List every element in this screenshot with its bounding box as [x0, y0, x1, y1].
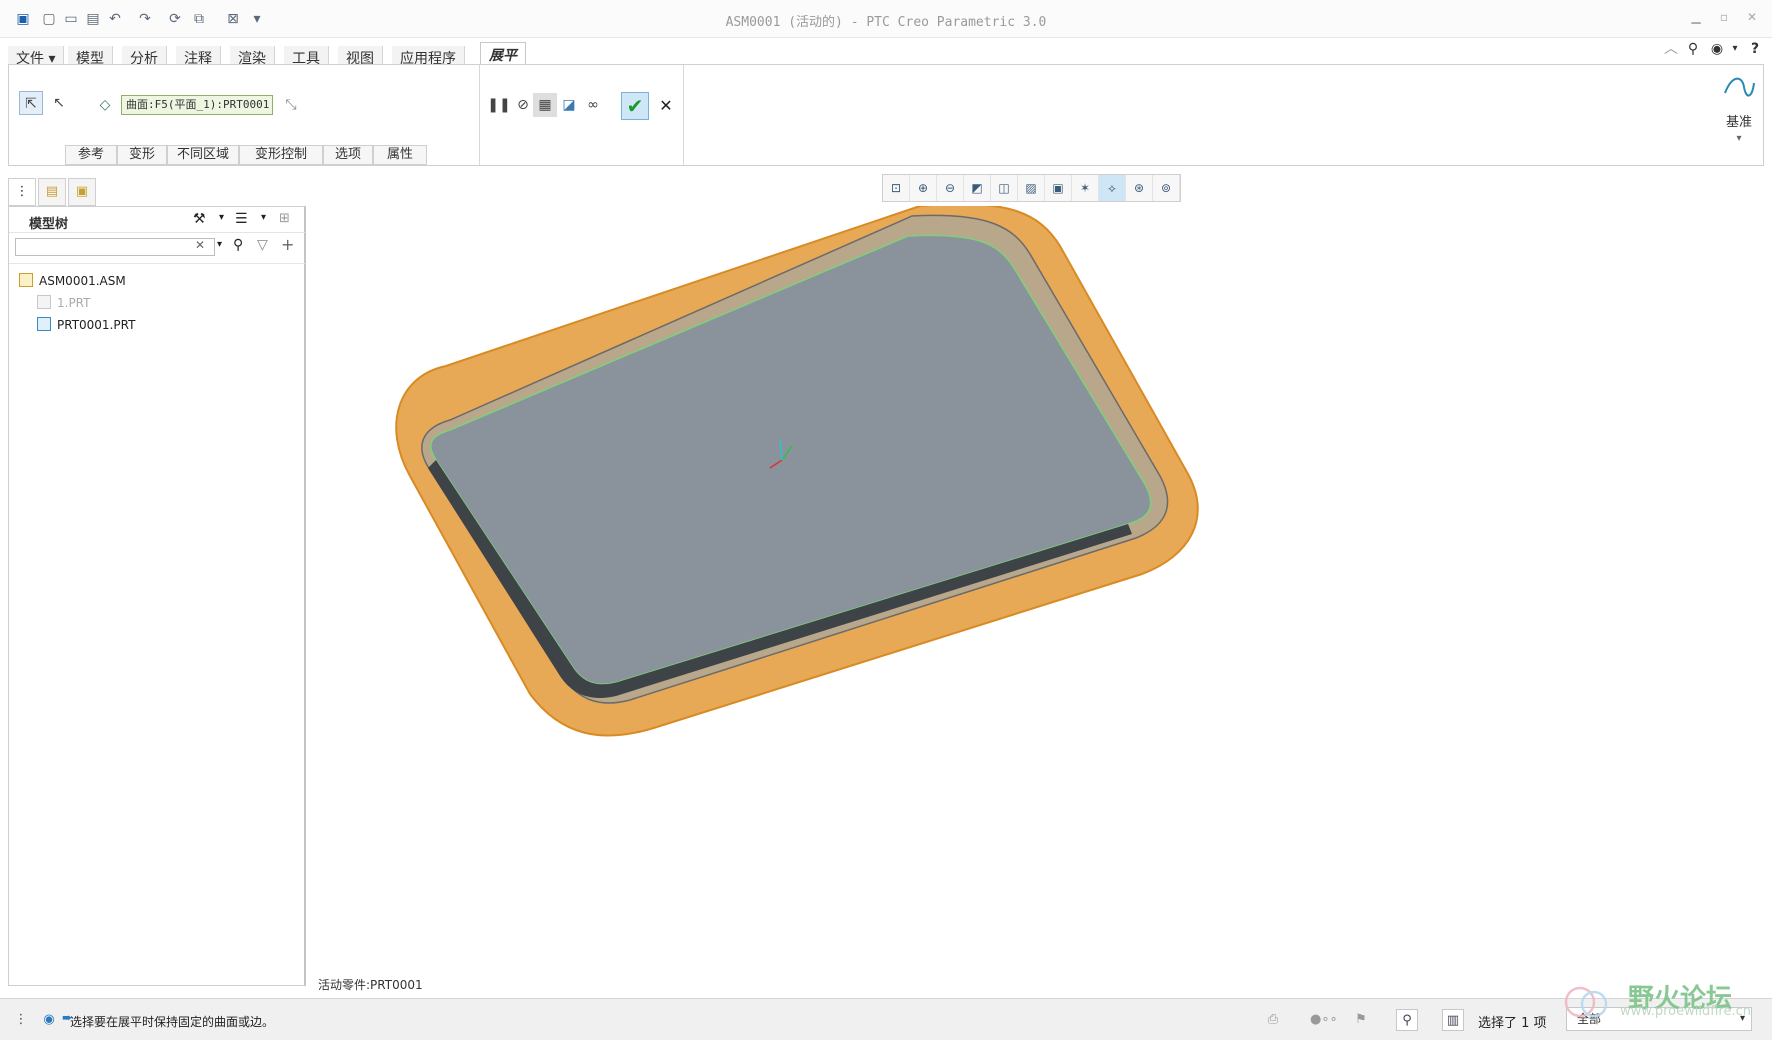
community-icon[interactable]: ◉: [1708, 40, 1726, 58]
find-binoculars-icon[interactable]: ⚲: [233, 237, 243, 253]
pause-icon[interactable]: ❚❚: [487, 93, 511, 117]
graphics-window[interactable]: ⊡ ⊕ ⊖ ◩ ◫ ▨ ▣ ✶ ⟡ ⊛ ⊚ 活动零件:PRT0001: [310, 170, 1764, 996]
shaded-preview-icon[interactable]: ◪: [557, 93, 581, 117]
reference-field[interactable]: 曲面:F5(平面_1):PRT0001: [121, 95, 273, 115]
close-button[interactable]: ✕: [1742, 10, 1762, 28]
saved-orientations-icon[interactable]: ▨: [1018, 175, 1045, 201]
spin-center-icon[interactable]: ⊛: [1126, 175, 1153, 201]
tree-divider: [9, 263, 305, 264]
datum-display-icon[interactable]: ✶: [1072, 175, 1099, 201]
mesh-preview-icon[interactable]: ▦: [533, 93, 557, 117]
origin-direction-icon[interactable]: ⤡: [279, 93, 303, 117]
search-icon[interactable]: ⚲: [1684, 40, 1702, 58]
find-icon[interactable]: ⚲: [1396, 1009, 1418, 1031]
watermark-logo-icon: [1564, 986, 1608, 1018]
datum-curve-icon: [1724, 77, 1755, 97]
filter-icon[interactable]: ▽: [257, 237, 268, 253]
tree-item-prt0001[interactable]: PRT0001.PRT: [37, 315, 135, 335]
subtab-references[interactable]: 参考: [65, 145, 117, 165]
minimize-button[interactable]: ▁: [1686, 10, 1706, 28]
tree-item-label: ASM0001.ASM: [39, 274, 126, 288]
ribbon-separator: [479, 65, 480, 165]
subtab-deformation[interactable]: 变形: [117, 145, 167, 165]
status-message: 选择要在展平时保持固定的曲面或边。: [70, 1015, 275, 1029]
flag-icon[interactable]: ⚑: [1350, 1009, 1372, 1031]
tree-show-icon[interactable]: ☰: [235, 211, 248, 227]
window-title: ASM0001 (活动的) - PTC Creo Parametric 3.0: [725, 15, 1047, 30]
collapse-ribbon-icon[interactable]: ︿: [1662, 40, 1680, 58]
refit-icon[interactable]: ⊡: [883, 175, 910, 201]
subtab-distinct-areas[interactable]: 不同区域: [167, 145, 239, 165]
clear-search-icon[interactable]: ✕: [195, 238, 205, 252]
ok-button[interactable]: ✔: [621, 92, 649, 120]
tree-item-1-prt[interactable]: 1.PRT: [37, 293, 90, 313]
part-suppressed-icon: [37, 295, 51, 309]
pointer-icon[interactable]: ↖: [47, 91, 71, 115]
show-navigator-icon[interactable]: ⋮: [10, 1009, 32, 1031]
datum-panel[interactable]: 基准 ▾: [1717, 73, 1761, 153]
tree-settings-icon[interactable]: ⚒: [193, 211, 206, 227]
model-tree-panel: 模型树 ⚒ ▾ ☰ ▾ ⊞ ✕ ▾ ⚲ ▽ + ASM0001.ASM 1.PR…: [8, 206, 306, 986]
active-part-icon: [37, 317, 51, 331]
no-preview-icon[interactable]: ⊘: [511, 93, 535, 117]
status-bar: ⋮ ◉ ➨ 选择要在展平时保持固定的曲面或边。 ⎙ ●∘∘ ⚑ ⚲ ▥ 选择了 …: [0, 998, 1772, 1040]
model-tree-header: 模型树 ⚒ ▾ ☰ ▾ ⊞: [9, 207, 305, 233]
forum-watermark: 野火论坛: [1560, 970, 1760, 1030]
annotation-display-icon[interactable]: ⟡: [1099, 175, 1126, 201]
maximize-button[interactable]: ▫: [1714, 10, 1734, 28]
regen-status-icon: ●∘∘: [1310, 1012, 1338, 1027]
zoom-out-icon[interactable]: ⊖: [937, 175, 964, 201]
community-dropdown-icon[interactable]: ▾: [1726, 40, 1744, 58]
model-tree-search-input[interactable]: [15, 238, 215, 256]
subtab-options[interactable]: 选项: [323, 145, 373, 165]
tree-item-label: 1.PRT: [57, 296, 91, 310]
model-tree-tab-icon[interactable]: ⋮: [8, 178, 36, 206]
tree-item-label: PRT0001.PRT: [57, 318, 136, 332]
repaint-icon[interactable]: ◩: [964, 175, 991, 201]
show-browser-icon[interactable]: ◉: [38, 1009, 60, 1031]
view-toolbar: ⊡ ⊕ ⊖ ◩ ◫ ▨ ▣ ✶ ⟡ ⊛ ⊚: [882, 174, 1181, 202]
cancel-button[interactable]: ✕: [655, 95, 677, 117]
display-style-icon[interactable]: ◫: [991, 175, 1018, 201]
datum-dropdown-icon[interactable]: ▾: [1736, 133, 1741, 144]
tree-settings-dropdown-icon[interactable]: ▾: [219, 212, 224, 223]
active-part-label: 活动零件:PRT0001: [318, 978, 423, 992]
model-tree-title: 模型树: [29, 217, 69, 232]
zoom-in-icon[interactable]: ⊕: [910, 175, 937, 201]
selection-buffer-icon[interactable]: ▥: [1442, 1009, 1464, 1031]
assembly-icon: [19, 273, 33, 287]
view-manager-icon[interactable]: ▣: [1045, 175, 1072, 201]
subtab-properties[interactable]: 属性: [373, 145, 427, 165]
favorites-tab-icon[interactable]: ▣: [68, 178, 96, 206]
surface-reference-icon[interactable]: ◇: [93, 93, 117, 117]
tree-item-asm0001[interactable]: ASM0001.ASM: [19, 271, 126, 291]
add-column-icon[interactable]: +: [281, 235, 294, 254]
model-viewport: [395, 206, 1199, 737]
tree-columns-icon[interactable]: ⊞: [279, 211, 290, 226]
subtab-deformation-control[interactable]: 变形控制: [239, 145, 323, 165]
perspective-view-icon[interactable]: ⊚: [1153, 175, 1180, 201]
verify-glasses-icon[interactable]: ∞: [581, 93, 605, 117]
print-icon[interactable]: ⎙: [1262, 1009, 1284, 1031]
ribbon-separator: [683, 65, 684, 165]
title-bar: ▣ ▢ ▭ ▤ ↶ ↷ ⟳ ⧉ ⊠ ▾ ASM0001 (活动的) - PTC …: [0, 0, 1772, 38]
ribbon-tabs: 文件 ▾ 模型 分析 注释 渲染 工具 视图 应用程序 展平: [0, 42, 1772, 68]
search-history-dropdown-icon[interactable]: ▾: [217, 239, 222, 250]
watermark-url: www.proewildfire.cn: [1620, 1004, 1751, 1019]
smart-select-icon[interactable]: ⇱: [19, 91, 43, 115]
selection-count: 选择了 1 项: [1478, 1016, 1547, 1031]
help-icon[interactable]: ?: [1746, 40, 1764, 58]
folder-browser-tab-icon[interactable]: ▤: [38, 178, 66, 206]
flatten-ribbon: ⇱ ↖ ◇ 曲面:F5(平面_1):PRT0001 ⤡ ❚❚ ⊘ ▦ ◪ ∞ ✔…: [8, 64, 1764, 166]
tree-show-dropdown-icon[interactable]: ▾: [261, 212, 266, 223]
datum-label: 基准: [1725, 115, 1752, 130]
